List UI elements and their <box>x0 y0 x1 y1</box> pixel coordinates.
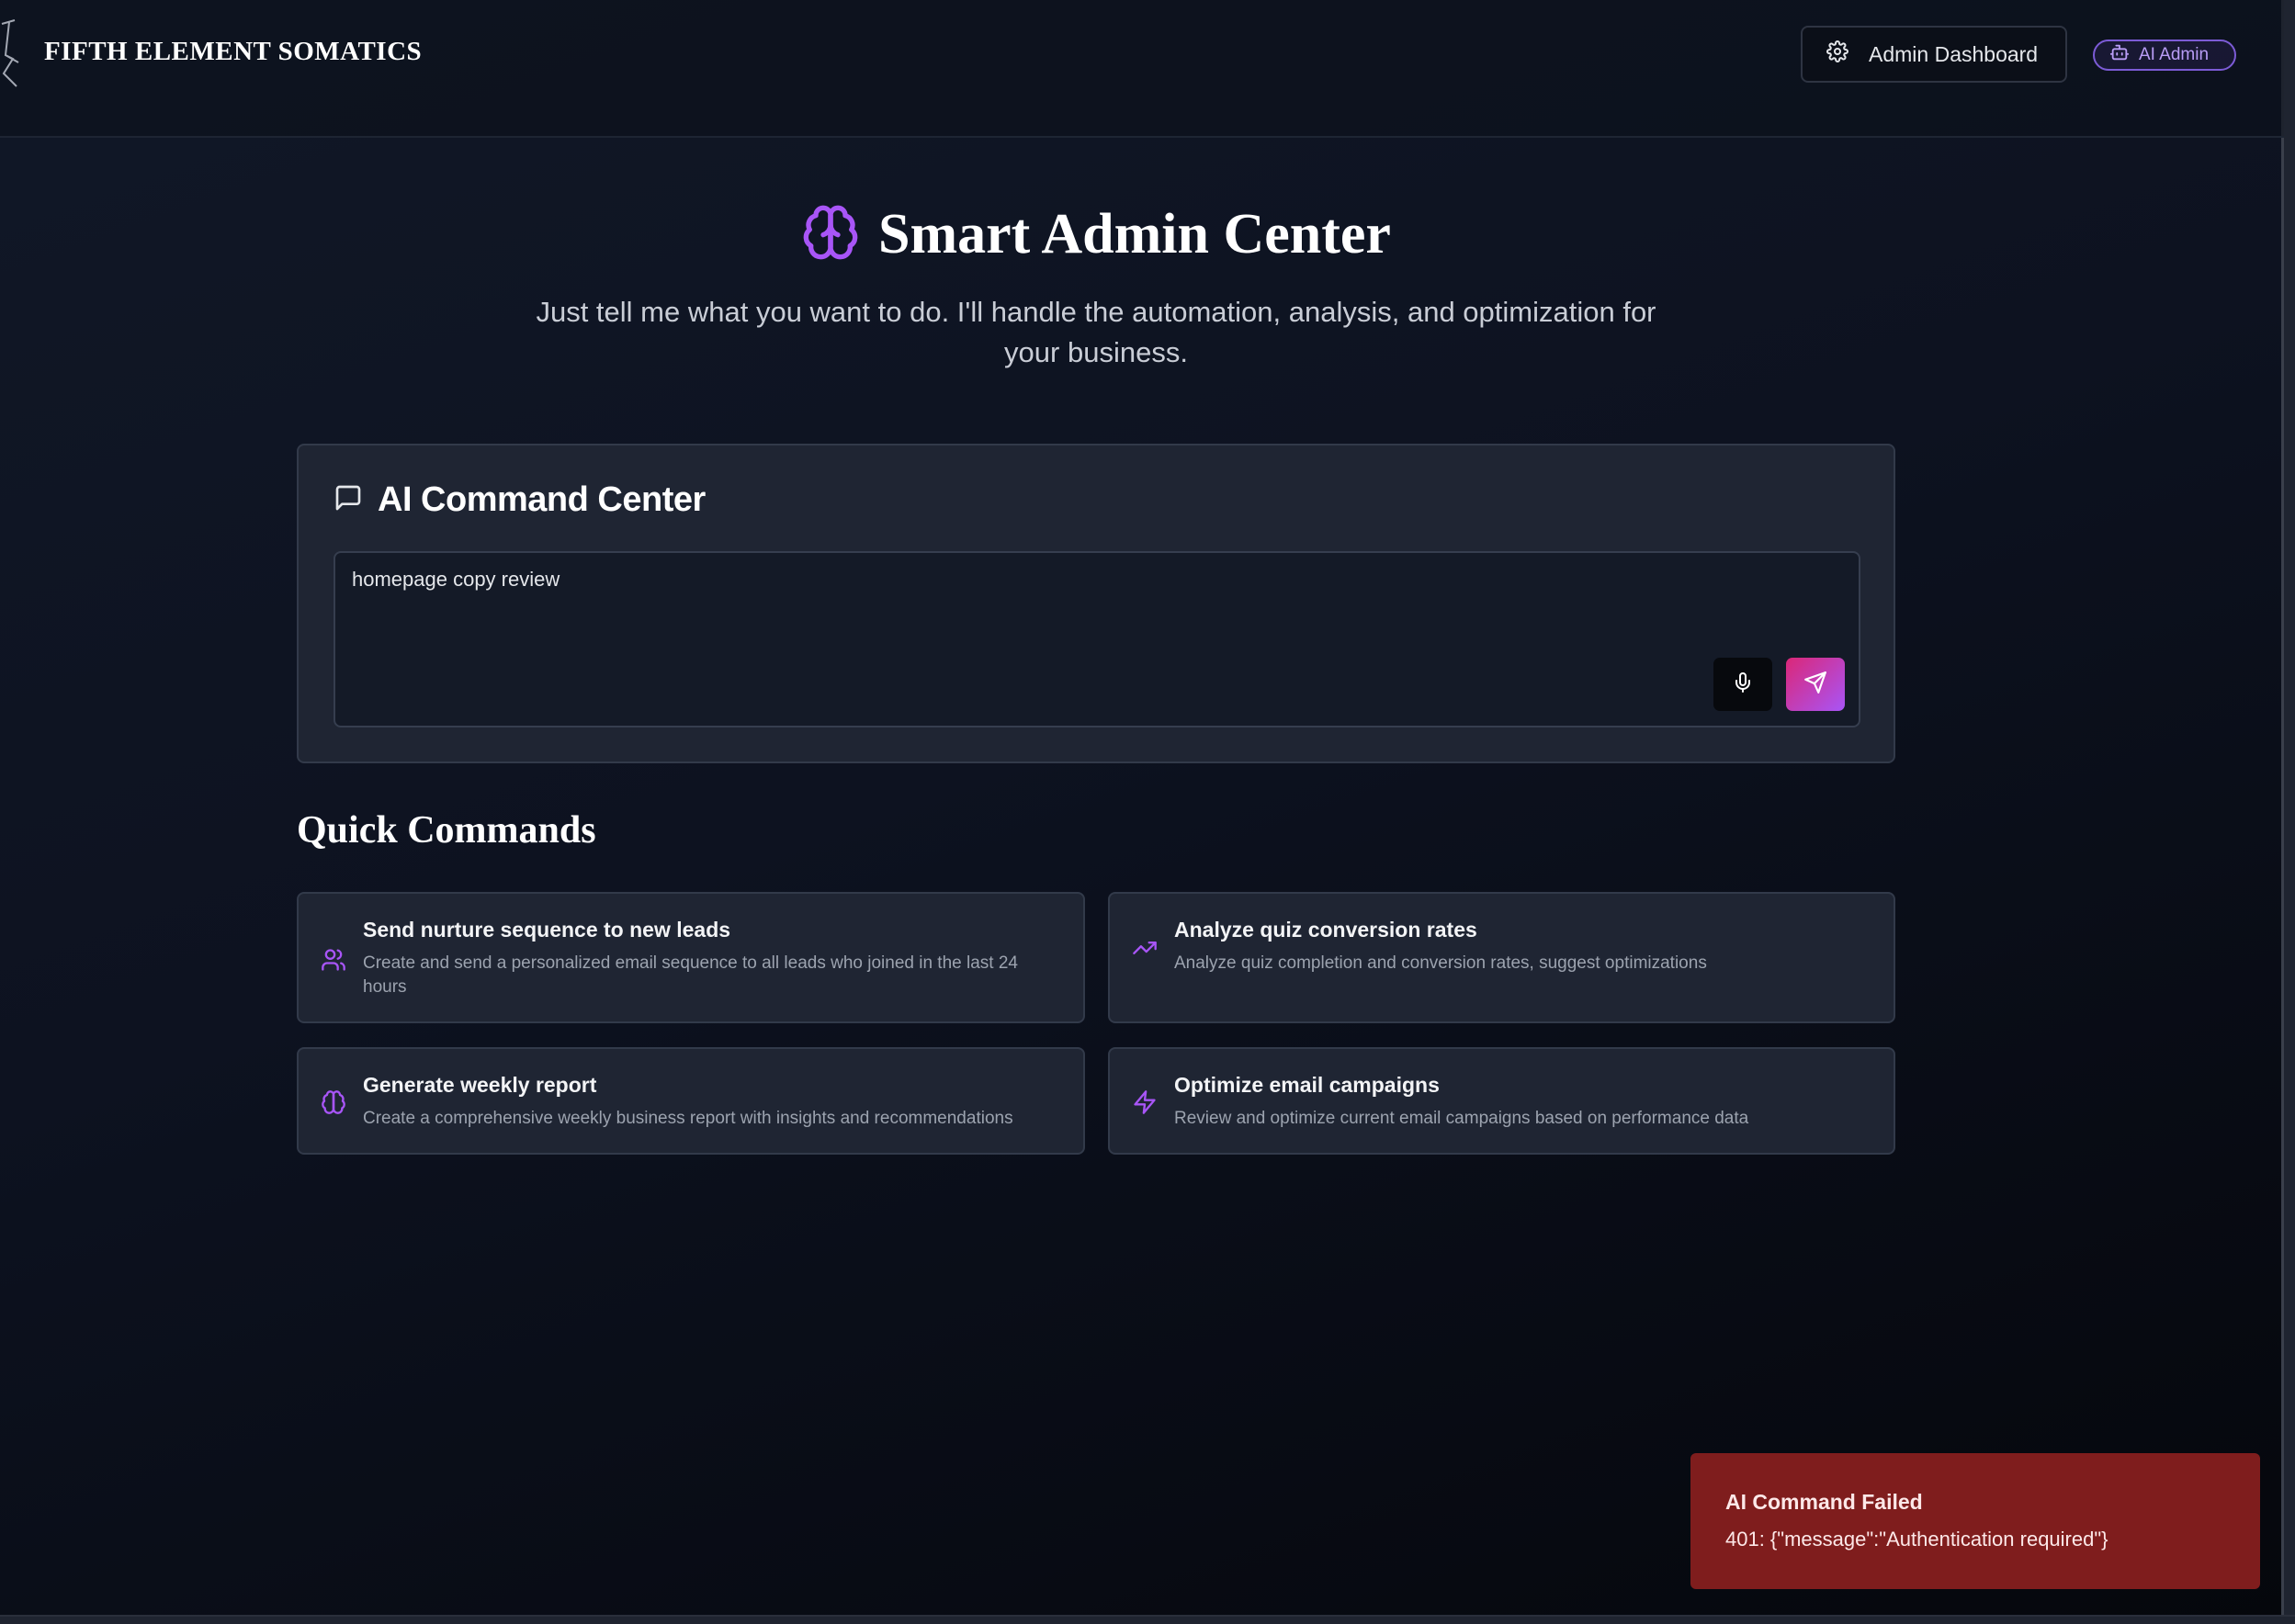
users-icon <box>321 947 346 973</box>
quick-command-quiz-analysis[interactable]: Analyze quiz conversion rates Analyze qu… <box>1108 892 1895 1023</box>
quick-command-title: Optimize email campaigns <box>1174 1073 1440 1097</box>
ai-admin-badge[interactable]: AI Admin <box>2093 39 2236 71</box>
command-center-card: AI Command Center homepage copy review <box>297 444 1895 763</box>
page-title-row: Smart Admin Center <box>0 202 2192 267</box>
message-square-icon <box>334 483 363 517</box>
trending-up-icon <box>1132 935 1158 961</box>
quick-command-title: Send nurture sequence to new leads <box>363 918 731 942</box>
quick-command-optimize-email[interactable]: Optimize email campaigns Review and opti… <box>1108 1047 1895 1155</box>
quick-command-nurture[interactable]: Send nurture sequence to new leads Creat… <box>297 892 1085 1023</box>
quick-command-description: Create a comprehensive weekly business r… <box>363 1109 1013 1128</box>
window-bottom-edge <box>0 1615 2295 1624</box>
brand-name[interactable]: FIFTH ELEMENT SOMATICS <box>44 37 422 67</box>
gear-icon <box>1826 40 1848 68</box>
command-input-value: homepage copy review <box>352 568 560 591</box>
quick-command-description: Analyze quiz completion and conversion r… <box>1174 953 1707 973</box>
command-center-title: AI Command Center <box>378 480 706 519</box>
toast-message: 401: {"message":"Authentication required… <box>1725 1528 2108 1551</box>
toast-title: AI Command Failed <box>1725 1490 1923 1514</box>
brain-icon <box>801 203 860 266</box>
quick-command-description: Create and send a personalized email seq… <box>363 953 1018 997</box>
quick-command-title: Analyze quiz conversion rates <box>1174 918 1477 942</box>
zap-icon <box>1132 1089 1158 1115</box>
logo-icon <box>0 18 20 88</box>
brain-icon <box>321 1089 346 1115</box>
mic-icon <box>1732 671 1754 698</box>
voice-input-button[interactable] <box>1713 658 1772 711</box>
ai-admin-label: AI Admin <box>2139 45 2210 64</box>
window-edge <box>2281 0 2295 1624</box>
error-toast[interactable]: AI Command Failed 401: {"message":"Authe… <box>1690 1453 2260 1589</box>
send-command-button[interactable] <box>1786 658 1845 711</box>
send-icon <box>1803 671 1827 699</box>
page-title: Smart Admin Center <box>878 203 1391 265</box>
bot-icon <box>2109 42 2130 68</box>
top-nav: FIFTH ELEMENT SOMATICS Admin Dashboard A… <box>0 0 2284 138</box>
admin-dashboard-button[interactable]: Admin Dashboard <box>1801 26 2067 83</box>
quick-command-weekly-report[interactable]: Generate weekly report Create a comprehe… <box>297 1047 1085 1155</box>
quick-command-title: Generate weekly report <box>363 1073 597 1097</box>
page-subtitle: Just tell me what you want to do. I'll h… <box>536 296 1656 368</box>
quick-commands-title: Quick Commands <box>297 809 596 851</box>
command-center-header: AI Command Center <box>334 480 706 520</box>
command-input[interactable]: homepage copy review <box>334 551 1860 727</box>
quick-command-description: Review and optimize current email campai… <box>1174 1109 1749 1128</box>
admin-dashboard-label: Admin Dashboard <box>1869 41 2039 66</box>
